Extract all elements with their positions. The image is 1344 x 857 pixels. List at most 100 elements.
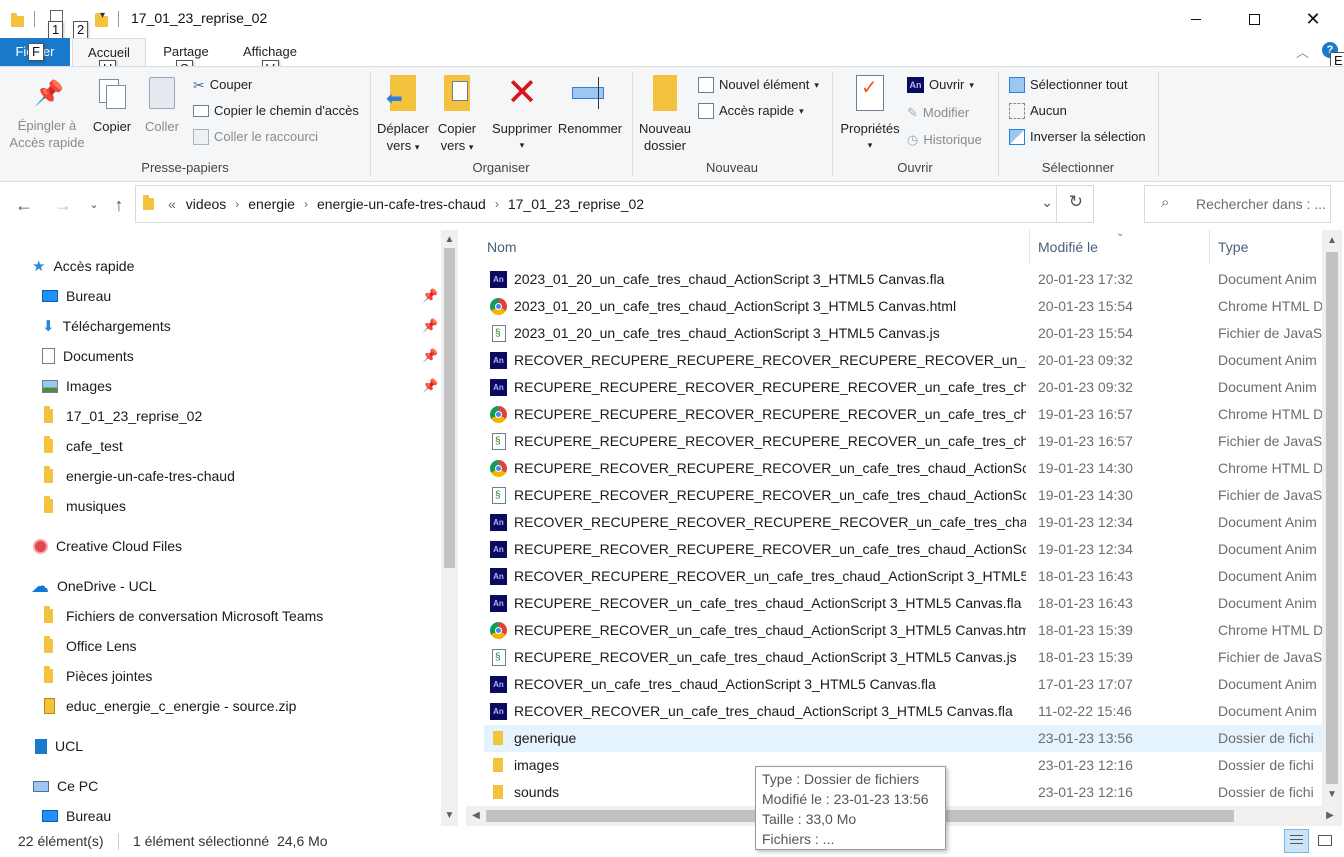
properties-button[interactable]: ✓ Propriétés ▾ (836, 75, 904, 154)
scroll-down-arrow[interactable]: ▼ (441, 810, 458, 821)
paste-shortcut-button[interactable]: Coller le raccourci (193, 126, 318, 148)
open-button[interactable]: An Ouvrir ▾ (907, 74, 974, 96)
scroll-down-arrow[interactable]: ▼ (1322, 789, 1342, 800)
search-box[interactable]: ⌕ Rechercher dans : ... (1144, 185, 1331, 223)
chevron-right-icon[interactable]: › (235, 197, 239, 211)
edit-button[interactable]: ✎ Modifier (907, 102, 969, 124)
scrollbar-thumb[interactable] (1326, 252, 1338, 784)
scroll-left-arrow[interactable]: ◀ (470, 810, 482, 821)
breadcrumb-overflow[interactable]: « (168, 196, 176, 212)
cloud-icon: ☁ (31, 575, 49, 596)
nav-item-musiques[interactable]: musiques (44, 491, 126, 521)
navpane-scrollbar[interactable]: ▲ ▼ (441, 230, 458, 826)
file-row[interactable]: § RECUPERE_RECOVER_un_cafe_tres_chaud_Act… (484, 644, 1322, 671)
nav-quick-access[interactable]: ★ Accès rapide (32, 251, 134, 281)
address-dropdown-button[interactable]: ⌄ (1041, 194, 1053, 211)
nav-item-desktop[interactable]: Bureau (42, 281, 111, 311)
file-row[interactable]: 2023_01_20_un_cafe_tres_chaud_ActionScri… (484, 293, 1322, 320)
column-divider[interactable] (1209, 230, 1210, 264)
minimize-button[interactable] (1167, 0, 1225, 38)
copy-button[interactable]: Copier (90, 77, 134, 135)
search-input[interactable]: Rechercher dans : ... (1196, 196, 1326, 212)
copy-to-button[interactable]: Copier vers ▾ (432, 75, 482, 156)
up-button[interactable]: ↑ (107, 193, 131, 217)
close-button[interactable]: ✕ (1284, 0, 1342, 38)
scroll-up-arrow[interactable]: ▲ (1322, 235, 1342, 246)
nav-item-energie-un-cafe-tres-chaud[interactable]: energie-un-cafe-tres-chaud (44, 461, 235, 491)
breadcrumb-videos[interactable]: videos (186, 196, 226, 212)
scroll-right-arrow[interactable]: ▶ (1324, 810, 1336, 821)
file-row[interactable]: An RECOVER_RECUPERE_RECUPERE_RECOVER_RECU… (484, 347, 1322, 374)
recent-locations-button[interactable]: ⌄ (82, 193, 106, 217)
nav-item-17-01-23-reprise-02[interactable]: 17_01_23_reprise_02 (44, 401, 202, 431)
move-to-button[interactable]: ⬅ Déplacer vers ▾ (374, 75, 432, 156)
file-row[interactable]: § RECUPERE_RECOVER_RECUPERE_RECOVER_un_ca… (484, 482, 1322, 509)
chevron-right-icon[interactable]: › (495, 197, 499, 211)
file-row[interactable]: generique 23-01-23 13:56 Dossier de fichi (484, 725, 1322, 752)
column-header-name[interactable]: Nom (487, 230, 1027, 264)
nav-onedrive[interactable]: ☁ OneDrive - UCL (31, 571, 157, 601)
copy-path-icon (193, 105, 209, 117)
large-icons-view-button[interactable] (1313, 829, 1338, 853)
file-row[interactable]: An RECOVER_un_cafe_tres_chaud_ActionScrip… (484, 671, 1322, 698)
breadcrumb-energie-un-cafe-tres-chaud[interactable]: energie-un-cafe-tres-chaud (317, 196, 486, 212)
details-view-button[interactable] (1284, 829, 1309, 853)
filelist-vertical-scrollbar[interactable]: ▲ ▼ (1322, 230, 1342, 806)
file-row[interactable]: An 2023_01_20_un_cafe_tres_chaud_ActionSc… (484, 266, 1322, 293)
chevron-right-icon[interactable]: › (304, 197, 308, 211)
maximize-button[interactable] (1225, 0, 1283, 38)
file-row[interactable]: An RECUPERE_RECOVER_un_cafe_tres_chaud_Ac… (484, 590, 1322, 617)
new-item-button[interactable]: Nouvel élément ▾ (698, 74, 819, 96)
refresh-button[interactable]: ↻ (1069, 192, 1083, 212)
nav-item-downloads[interactable]: ⬇ Téléchargements (42, 311, 171, 341)
select-all-button[interactable]: Sélectionner tout (1009, 74, 1128, 96)
nav-item-source-zip[interactable]: educ_energie_c_energie - source.zip (44, 691, 296, 721)
select-none-button[interactable]: Aucun (1009, 100, 1067, 122)
nav-pc-desktop[interactable]: Bureau (42, 801, 111, 826)
paste-button[interactable]: Coller (140, 77, 184, 135)
address-bar[interactable]: « videos › energie › energie-un-cafe-tre… (135, 185, 1094, 223)
back-button[interactable]: ← (12, 193, 36, 217)
pin-quick-access-button[interactable]: 📌 Épingler à Accès rapide (6, 79, 88, 151)
file-row[interactable]: RECUPERE_RECUPERE_RECOVER_RECUPERE_RECOV… (484, 401, 1322, 428)
scrollbar-thumb[interactable] (444, 248, 455, 568)
customize-quick-access-icon[interactable]: ▾ (100, 10, 105, 21)
paste-icon (149, 77, 175, 109)
nav-item-attachments[interactable]: Pièces jointes (44, 661, 152, 691)
breadcrumb-energie[interactable]: energie (248, 196, 295, 212)
copy-path-button[interactable]: Copier le chemin d'accès (193, 100, 359, 122)
history-button[interactable]: ◷ Historique (907, 129, 982, 151)
file-row[interactable]: An RECUPERE_RECOVER_RECUPERE_RECOVER_un_c… (484, 536, 1322, 563)
file-row[interactable]: § RECUPERE_RECUPERE_RECOVER_RECUPERE_RECO… (484, 428, 1322, 455)
column-divider[interactable] (1029, 230, 1030, 264)
desktop-icon (42, 810, 58, 822)
file-row[interactable]: RECUPERE_RECOVER_RECUPERE_RECOVER_un_caf… (484, 455, 1322, 482)
nav-item-documents[interactable]: Documents (42, 341, 134, 371)
file-row[interactable]: An RECOVER_RECUPERE_RECOVER_un_cafe_tres_… (484, 563, 1322, 590)
invert-selection-button[interactable]: Inverser la sélection (1009, 126, 1146, 148)
file-row[interactable]: § 2023_01_20_un_cafe_tres_chaud_ActionScr… (484, 320, 1322, 347)
rename-button[interactable]: Renommer (556, 75, 624, 137)
easy-access-button[interactable]: Accès rapide ▾ (698, 100, 804, 122)
new-folder-button[interactable]: Nouveau dossier (636, 75, 694, 154)
nav-item-cafe-test[interactable]: cafe_test (44, 431, 123, 461)
nav-item-images[interactable]: Images (42, 371, 112, 401)
nav-item-office-lens[interactable]: Office Lens (44, 631, 137, 661)
file-type: Document Anim (1218, 703, 1317, 719)
nav-item-teams-files[interactable]: Fichiers de conversation Microsoft Teams (44, 601, 323, 631)
folder-icon (44, 466, 53, 483)
file-row[interactable]: An RECOVER_RECUPERE_RECOVER_RECUPERE_RECO… (484, 509, 1322, 536)
file-row[interactable]: An RECOVER_RECOVER_un_cafe_tres_chaud_Act… (484, 698, 1322, 725)
file-row[interactable]: An RECUPERE_RECUPERE_RECOVER_RECUPERE_REC… (484, 374, 1322, 401)
nav-ucl[interactable]: UCL (35, 731, 83, 761)
forward-button[interactable]: → (51, 193, 75, 217)
collapse-ribbon-icon[interactable]: ︿ (1296, 42, 1309, 61)
file-row[interactable]: RECUPERE_RECOVER_un_cafe_tres_chaud_Acti… (484, 617, 1322, 644)
delete-button[interactable]: ✕ Supprimer ▾ (490, 74, 554, 154)
nav-creative-cloud[interactable]: Creative Cloud Files (33, 531, 182, 561)
nav-this-pc[interactable]: Ce PC (33, 771, 98, 801)
column-header-type[interactable]: Type (1218, 230, 1322, 264)
cut-button[interactable]: ✂ Couper (193, 74, 252, 96)
scroll-up-arrow[interactable]: ▲ (441, 234, 458, 245)
breadcrumb-current-folder[interactable]: 17_01_23_reprise_02 (508, 196, 644, 212)
